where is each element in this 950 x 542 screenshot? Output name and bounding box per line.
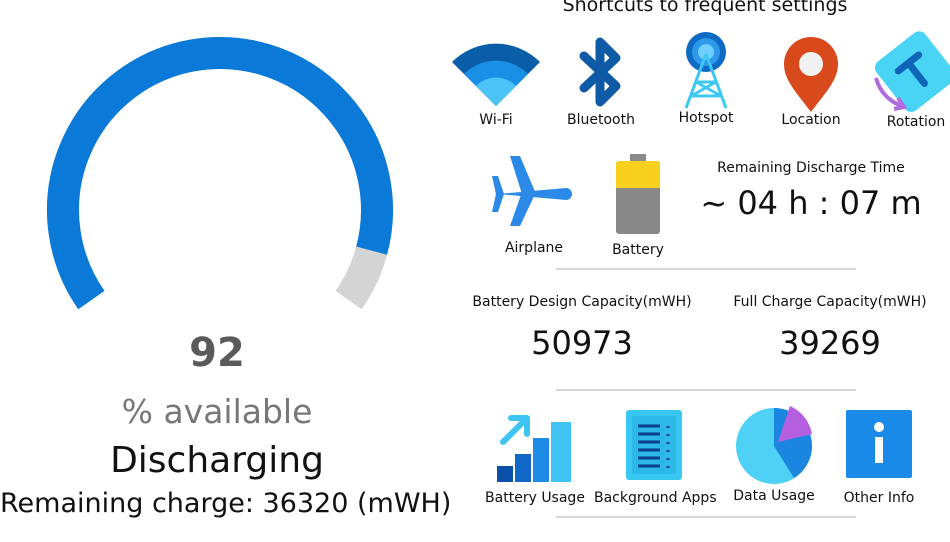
location-icon [784,37,838,112]
battery-label: Battery [612,242,664,258]
full-charge-capacity-value: 39269 [779,324,881,362]
divider [556,516,856,518]
bluetooth-icon [579,37,621,107]
location-shortcut[interactable]: Location [770,36,852,128]
percent-value: 92 [189,330,245,376]
shortcuts-title: Shortcuts to frequent settings [562,0,848,16]
airplane-shortcut[interactable]: Airplane [490,150,578,256]
remaining-charge: Remaining charge: 36320 (mWH) [0,488,452,519]
hotspot-icon [684,32,728,109]
battery-usage-icon [497,415,571,482]
divider [556,389,856,391]
wifi-label: Wi-Fi [479,112,513,128]
rotation-shortcut[interactable]: Rotation [872,30,950,130]
full-charge-capacity-label: Full Charge Capacity(mWH) [733,294,927,310]
gauge-fill [47,37,393,310]
airplane-label: Airplane [504,240,564,256]
airplane-icon [492,156,572,226]
background-apps-tile[interactable]: Background Apps [594,408,717,506]
remaining-discharge-time-value: ~ 04 h : 07 m [700,184,922,222]
other-info-label: Other Info [843,490,915,506]
design-capacity-value: 50973 [531,324,633,362]
background-apps-label: Background Apps [594,490,717,506]
design-capacity-label: Battery Design Capacity(mWH) [472,294,692,310]
data-usage-tile[interactable]: Data Usage [726,404,822,504]
divider [556,268,856,270]
background-apps-icon [626,410,682,480]
battery-icon [616,154,660,234]
data-usage-icon [736,406,812,484]
battery-shortcut[interactable]: Battery [598,154,678,258]
other-info-tile[interactable]: Other Info [836,408,922,506]
battery-usage-label: Battery Usage [485,490,585,506]
battery-usage-tile[interactable]: Battery Usage [484,408,586,506]
hotspot-label: Hotspot [678,110,734,126]
wifi-shortcut[interactable]: Wi-Fi [446,36,546,128]
rotation-label: Rotation [886,114,946,130]
wifi-icon [452,43,540,106]
battery-status: Discharging [110,440,324,481]
data-usage-label: Data Usage [733,488,815,504]
hotspot-shortcut[interactable]: Hotspot [666,30,746,126]
percent-available-label: % available [121,392,313,431]
remaining-discharge-time-label: Remaining Discharge Time [717,160,905,176]
info-icon [846,410,912,478]
bluetooth-shortcut[interactable]: Bluetooth [556,36,646,128]
location-label: Location [781,112,841,128]
rotation-icon [874,31,950,112]
bluetooth-label: Bluetooth [567,112,635,128]
